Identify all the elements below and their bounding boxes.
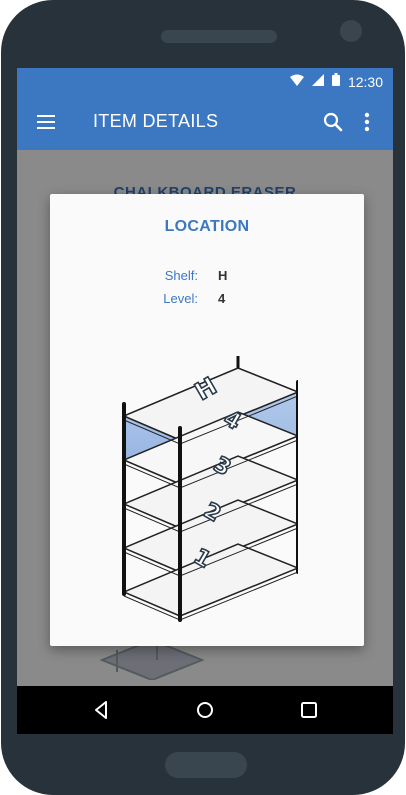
search-icon[interactable] (321, 110, 345, 134)
more-vert-icon[interactable] (359, 110, 375, 134)
menu-icon[interactable] (35, 111, 59, 133)
level-label: Level: (163, 291, 198, 306)
recent-apps-icon[interactable] (297, 698, 321, 722)
level-value: 4 (218, 291, 226, 306)
speaker-grille (161, 30, 277, 43)
signal-icon (311, 73, 324, 91)
home-icon[interactable] (193, 698, 217, 722)
back-icon[interactable] (89, 698, 113, 722)
wifi-icon (289, 73, 304, 91)
dialog-title: LOCATION (164, 218, 250, 235)
page-title: ITEM DETAILS (93, 111, 219, 131)
system-nav-bar (17, 686, 393, 734)
status-time: 12:30 (347, 74, 383, 90)
front-camera (340, 20, 362, 42)
hardware-home-button[interactable] (165, 752, 247, 778)
shelving-unit-illustration: H 4 3 2 1 (122, 356, 298, 622)
battery-icon (331, 73, 340, 91)
phone-frame: 12:30 ITEM DETAILS CHALKBOARD ERASER LOC… (1, 0, 405, 795)
status-bar: 12:30 (17, 68, 393, 94)
screen: 12:30 ITEM DETAILS CHALKBOARD ERASER LOC… (17, 68, 393, 734)
shelf-value: H (218, 268, 228, 283)
app-bar: ITEM DETAILS (17, 94, 393, 150)
location-dialog: LOCATION Shelf: H Level: 4 H 4 3 2 1 (50, 194, 364, 646)
shelf-label: Shelf: (164, 268, 198, 283)
